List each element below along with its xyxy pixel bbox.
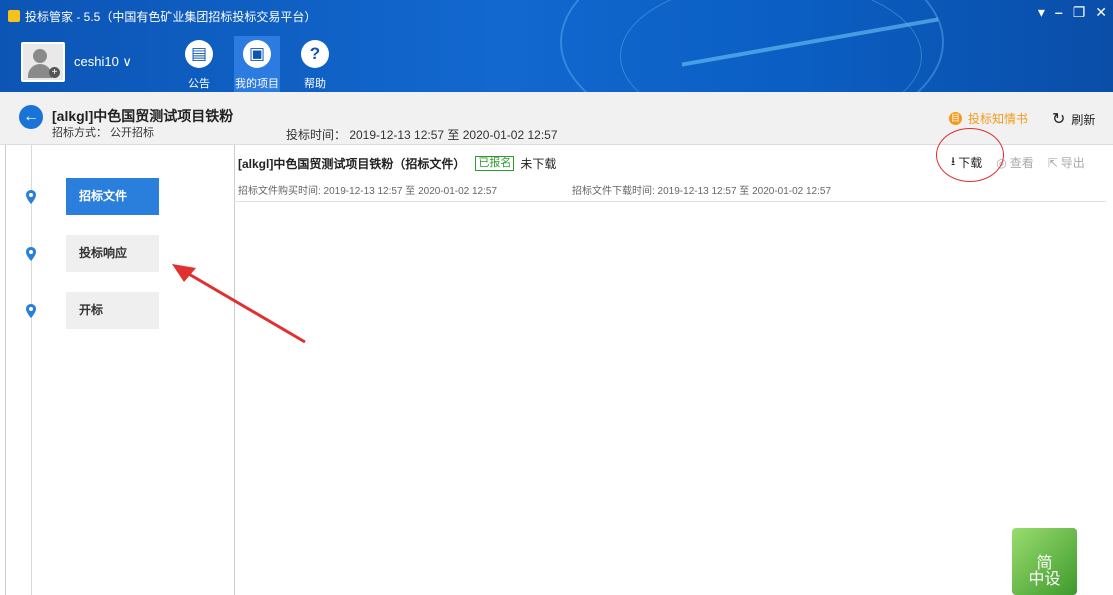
corner-logo: 简 中设 (1012, 528, 1077, 595)
step-sidebar: 招标文件 投标响应 开标 (5, 145, 235, 595)
corner-logo-text: 中设 (1028, 571, 1061, 588)
annotation-arrow (172, 264, 306, 344)
help-icon: ? (301, 40, 329, 68)
back-button[interactable]: ← (19, 105, 43, 129)
briefcase-icon: ▣ (243, 40, 271, 68)
title-bar: 投标管家 - 5.5（中国有色矿业集团招标投标交易平台） (8, 6, 316, 26)
app-logo-icon (8, 10, 20, 22)
export-label: 导出 (1060, 156, 1085, 170)
window-title: 投标管家 - 5.5（中国有色矿业集团招标投标交易平台） (25, 9, 317, 24)
notice-icon: 目 (949, 112, 962, 125)
refresh-icon: ↻ (1052, 111, 1066, 128)
refresh-label: 刷新 (1071, 112, 1096, 127)
location-pin-icon (26, 304, 36, 318)
view-label: 查看 (1009, 156, 1034, 170)
nav-item-help[interactable]: ? 帮助 (292, 36, 338, 92)
main-nav: ▤ 公告 ▣ 我的项目 ? 帮助 (176, 36, 338, 92)
nav-item-announcement[interactable]: ▤ 公告 (176, 36, 222, 92)
menu-dropdown-icon[interactable]: ▾ (1038, 4, 1045, 21)
annotation-circle (936, 128, 1004, 182)
download-status: 未下载 (520, 157, 557, 171)
bid-method: 招标方式： 公开招标 (52, 127, 155, 139)
document-row: [alkgl]中色国贸测试项目铁粉（招标文件） 已报名 未下载 (238, 155, 556, 172)
export-icon: ⇱ (1047, 155, 1058, 170)
bid-notice-link[interactable]: 目 投标知情书 (949, 110, 1028, 127)
corner-logo-text: 简 (1036, 555, 1053, 572)
nav-label: 我的项目 (235, 78, 279, 90)
bid-notice-label: 投标知情书 (968, 112, 1029, 126)
close-button[interactable]: ✕ (1095, 4, 1107, 21)
document-title: [alkgl]中色国贸测试项目铁粉（招标文件） (238, 157, 466, 171)
project-title: [alkgl]中色国贸测试项目铁粉 (52, 108, 234, 124)
nav-label: 帮助 (304, 78, 326, 90)
avatar-head-shape (33, 49, 47, 63)
bid-time: 投标时间： 2019-12-13 12:57 至 2020-01-02 12:5… (286, 128, 558, 142)
purchase-time: 招标文件购买时间: 2019-12-13 12:57 至 2020-01-02 … (238, 186, 498, 197)
restore-button[interactable]: ❐ (1073, 4, 1086, 21)
export-button[interactable]: ⇱ 导出 (1048, 154, 1085, 171)
refresh-button[interactable]: ↻ 刷新 (1052, 109, 1095, 129)
window-controls: ▾ – ❐ ✕ (1038, 4, 1107, 21)
status-badge: 已报名 (475, 156, 515, 171)
add-account-icon: + (49, 67, 60, 78)
username-label[interactable]: ceshi10 ∨ (74, 54, 132, 70)
timeline-line (31, 145, 32, 595)
minimize-button[interactable]: – (1055, 4, 1063, 21)
location-pin-icon (26, 247, 36, 261)
announcement-icon: ▤ (185, 40, 213, 68)
app-header: 投标管家 - 5.5（中国有色矿业集团招标投标交易平台） ▾ – ❐ ✕ + c… (0, 0, 1113, 92)
location-pin-icon (26, 190, 36, 204)
nav-label: 公告 (188, 78, 210, 90)
step-bid-response[interactable]: 投标响应 (66, 235, 159, 272)
user-menu[interactable]: + ceshi10 ∨ (21, 42, 132, 82)
step-bidding-docs[interactable]: 招标文件 (66, 178, 159, 215)
step-bid-opening[interactable]: 开标 (66, 292, 159, 329)
download-time: 招标文件下载时间: 2019-12-13 12:57 至 2020-01-02 … (572, 186, 832, 197)
avatar[interactable]: + (21, 42, 65, 82)
divider (234, 201, 1106, 202)
nav-item-my-projects[interactable]: ▣ 我的项目 (234, 36, 280, 92)
